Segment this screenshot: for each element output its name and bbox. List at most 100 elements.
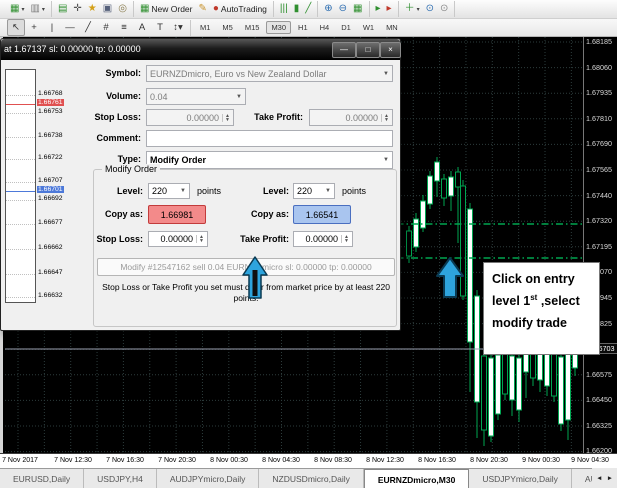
chart-shift-icon[interactable]: ▸ xyxy=(373,1,384,18)
tab-usdjpymicro-daily[interactable]: USDJPYmicro,Daily xyxy=(469,469,572,488)
tick-gridline xyxy=(6,95,35,96)
spinner-buttons[interactable]: ▲▼ xyxy=(341,235,349,243)
terminal-icon: ▣ xyxy=(103,2,112,16)
modify-stop-loss-input[interactable]: 0.00000 ▲▼ xyxy=(148,231,208,247)
new-order-button[interactable]: ▦New Order xyxy=(137,1,196,18)
tick-gridline xyxy=(6,249,35,250)
strategy-tester-icon[interactable]: ◎ xyxy=(115,1,130,18)
volume-select: 0.04▼ xyxy=(146,88,246,105)
tile-windows-icon[interactable]: ▦ xyxy=(350,1,365,18)
crosshair-tool[interactable]: + xyxy=(25,19,43,36)
time-tick-label: 8 Nov 08:30 xyxy=(306,457,360,464)
timeframe-D1[interactable]: D1 xyxy=(336,21,356,34)
timeframe-H4[interactable]: H4 xyxy=(315,21,335,34)
profiles-icon[interactable]: ▥▾ xyxy=(27,1,47,18)
price-axis-separator xyxy=(583,37,584,453)
timeframe-M15[interactable]: M15 xyxy=(240,21,265,34)
price-tick-label: 1.67320 xyxy=(586,216,617,225)
zoom-out-icon[interactable]: ⊖ xyxy=(336,1,350,18)
timeframe-H1[interactable]: H1 xyxy=(293,21,313,34)
chart-tabs-bar: EURUSD,DailyUSDJPY,H4AUDJPYmicro,DailyNZ… xyxy=(0,468,617,488)
horizontal-line-tool[interactable]: — xyxy=(61,19,79,36)
tab-scroll-right[interactable]: ► xyxy=(607,475,613,482)
tick-chart xyxy=(5,69,36,303)
price-tick-label: 1.68185 xyxy=(586,37,617,46)
time-tick-label: 8 Nov 12:30 xyxy=(358,457,412,464)
fibonacci-tool[interactable]: # xyxy=(97,19,115,36)
modify-take-profit-input[interactable]: 0.00000 ▲▼ xyxy=(293,231,353,247)
type-select[interactable]: Modify Order▼ xyxy=(146,151,393,169)
timeframe-M1[interactable]: M1 xyxy=(195,21,215,34)
tick-gridline xyxy=(6,113,35,114)
buy-price-line xyxy=(6,191,35,192)
line-chart-icon[interactable]: ╱ xyxy=(302,1,314,18)
tp-level-select[interactable]: 220▼ xyxy=(293,183,335,199)
data-window-icon[interactable]: ✛ xyxy=(70,1,84,18)
copy-sell-price-button[interactable]: 1.66981 xyxy=(148,205,206,224)
timeframe-M5[interactable]: M5 xyxy=(217,21,237,34)
navigator-icon[interactable]: ★ xyxy=(85,1,100,18)
close-button[interactable]: × xyxy=(380,42,401,58)
modify-order-button[interactable]: Modify #12547162 sell 0.04 EURNZDmicro s… xyxy=(97,258,395,276)
new-order-button: ▦ xyxy=(140,2,149,16)
type-label: Type: xyxy=(59,154,141,164)
copy-as-buy-label: Copy as: xyxy=(207,209,289,219)
new-chart-icon[interactable]: ▦▾ xyxy=(7,1,27,18)
take-profit-input: 0.00000 ▲▼ xyxy=(309,109,393,126)
price-tick-label: 1.66450 xyxy=(586,395,617,404)
minimize-button[interactable]: — xyxy=(332,42,356,58)
tick-gridline xyxy=(6,297,35,298)
tick-price-label: 1.66701 xyxy=(37,186,64,193)
new-order-button-label: New Order xyxy=(151,4,192,14)
indicators-icon[interactable]: ＋▾ xyxy=(402,1,423,18)
text-tool[interactable]: A xyxy=(133,19,151,36)
tab-audjpymicro-daily[interactable]: AUDJPYmicro,Daily xyxy=(157,469,260,488)
tab-scroll-arrows: ◄ ► xyxy=(592,468,617,488)
volume-label: Volume: xyxy=(59,91,141,101)
terminal-icon[interactable]: ▣ xyxy=(100,1,115,18)
chevron-down-icon: ▾ xyxy=(417,6,420,13)
sell-price-line xyxy=(6,104,35,105)
drawing-tools-group: ↖+|—╱#≡AT↕▾ xyxy=(4,20,191,36)
vertical-line-tool[interactable]: | xyxy=(43,19,61,36)
tab-scroll-left[interactable]: ◄ xyxy=(596,475,602,482)
timeframe-M30[interactable]: M30 xyxy=(266,21,291,34)
shapes-tool[interactable]: ↕▾ xyxy=(169,19,187,36)
time-axis[interactable]: 7 Nov 20177 Nov 12:307 Nov 16:307 Nov 20… xyxy=(0,453,617,469)
channel-tool[interactable]: ≡ xyxy=(115,19,133,36)
tab-usdjpy-h4[interactable]: USDJPY,H4 xyxy=(84,469,157,488)
sl-level-select[interactable]: 220▼ xyxy=(148,183,190,199)
label-tool[interactable]: T xyxy=(151,19,169,36)
comment-input[interactable] xyxy=(146,130,393,147)
line-chart-icon: ╱ xyxy=(305,2,311,16)
toolbar-group-6: ▸▸ xyxy=(370,1,399,17)
bar-chart-icon[interactable]: ||| xyxy=(277,1,291,18)
metaeditor-icon[interactable]: ✎ xyxy=(195,1,209,18)
tab-eurusd-daily[interactable]: EURUSD,Daily xyxy=(0,469,84,488)
stop-loss-label: Stop Loss: xyxy=(59,112,141,122)
chart-shift-icon: ▸ xyxy=(376,2,381,16)
zoom-in-icon[interactable]: ⊕ xyxy=(321,1,335,18)
modify-take-profit-label: Take Profit: xyxy=(201,234,289,244)
maximize-button[interactable]: □ xyxy=(356,42,380,58)
search-icon[interactable]: ⊙ xyxy=(423,1,437,18)
auto-scroll-icon[interactable]: ▸ xyxy=(384,1,395,18)
navigator-icon: ★ xyxy=(88,2,97,16)
market-watch-icon[interactable]: ▤ xyxy=(55,1,70,18)
trendline-tool[interactable]: ╱ xyxy=(79,19,97,36)
timeframe-buttons: M1M5M15M30H1H4D1W1MN xyxy=(191,20,407,36)
candlestick-chart-icon[interactable]: ▮ xyxy=(291,1,303,18)
tab-nzdusdmicro-daily[interactable]: NZDUSDmicro,Daily xyxy=(259,469,363,488)
price-tick-label: 1.67690 xyxy=(586,139,617,148)
copy-buy-price-button[interactable]: 1.66541 xyxy=(293,205,351,224)
autotrading-button[interactable]: ●AutoTrading xyxy=(210,1,270,18)
tab-eurnzdmicro-m30[interactable]: EURNZDmicro,M30 xyxy=(364,469,469,488)
search-expanded-icon[interactable]: ⊙ xyxy=(437,1,451,18)
timeframe-W1[interactable]: W1 xyxy=(358,21,379,34)
time-tick-label: 7 Nov 2017 xyxy=(0,457,47,464)
timeframe-MN[interactable]: MN xyxy=(381,21,403,34)
search-icon: ⊙ xyxy=(426,2,434,16)
main-toolbar: ▦▾▥▾▤✛★▣◎▦New Order✎●AutoTrading|||▮╱⊕⊖▦… xyxy=(0,0,617,19)
cursor-tool[interactable]: ↖ xyxy=(7,19,25,36)
market-watch-icon: ▤ xyxy=(58,2,67,16)
